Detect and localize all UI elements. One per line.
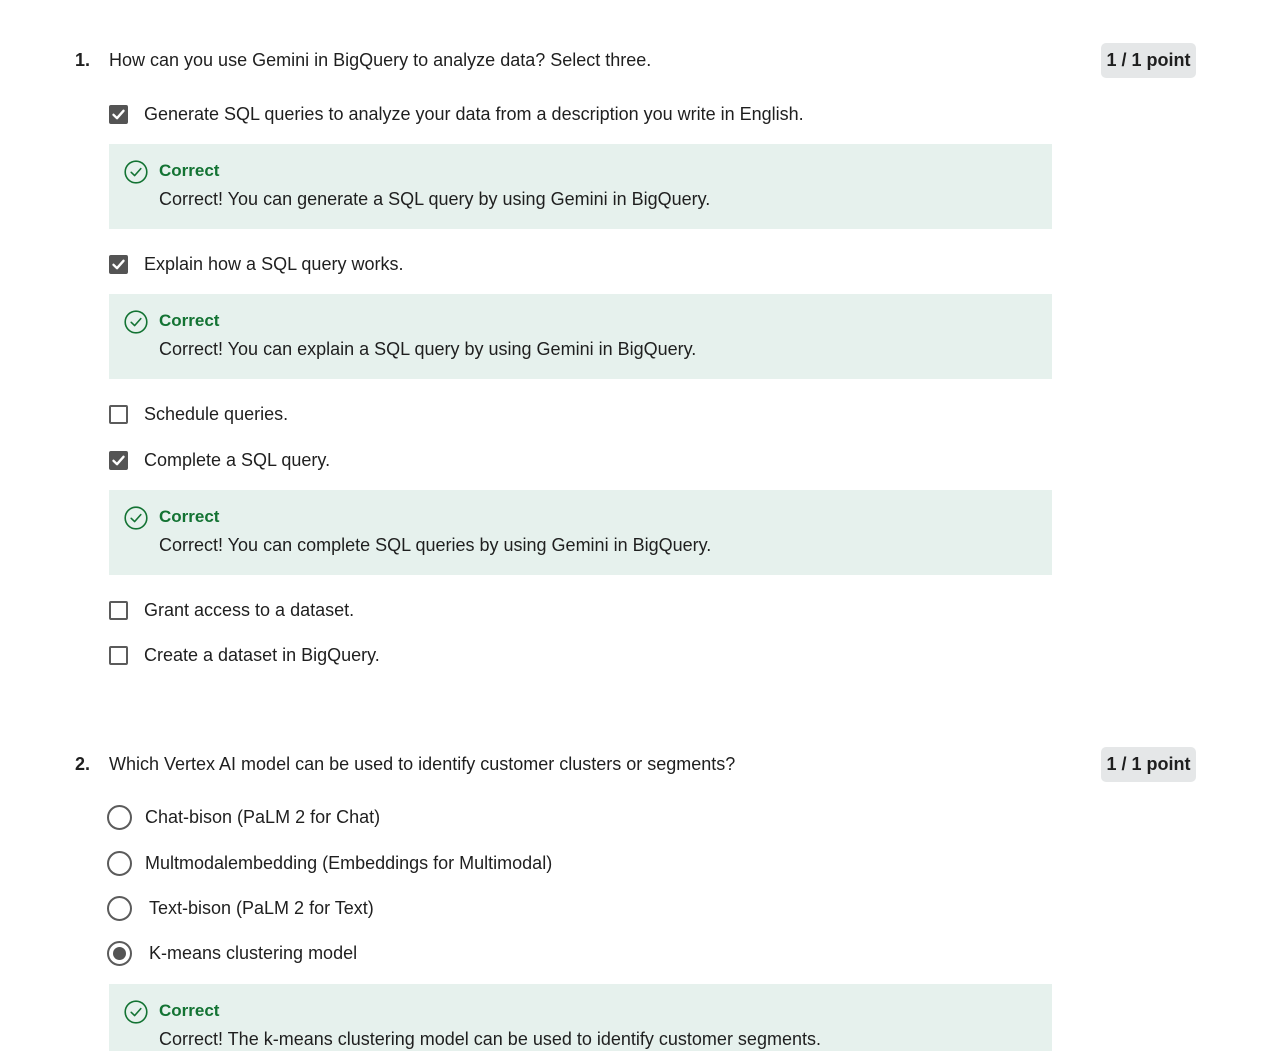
radio-unselected[interactable] [107,804,132,830]
feedback-text: Correct! You can explain a SQL query by … [159,339,697,359]
answer-option-checkbox[interactable]: Generate SQL queries to analyze your dat… [107,100,804,128]
radio-unselected[interactable] [107,850,132,876]
question-number: 1. [75,50,91,70]
option-label: Text-bison (PaLM 2 for Text) [149,898,374,918]
answer-option-checkbox[interactable]: Explain how a SQL query works. [107,250,403,278]
feedback-text: Correct! You can generate a SQL query by… [159,189,711,209]
answer-option-checkbox[interactable]: Schedule queries. [107,400,288,428]
feedback-title: Correct [159,311,220,330]
option-label: Multmodalembedding (Embeddings for Multi… [145,853,553,873]
option-label: Create a dataset in BigQuery. [144,645,380,665]
checkbox-unchecked[interactable] [109,645,128,665]
check-circle-icon [124,160,148,184]
answer-option-radio[interactable]: Multmodalembedding (Embeddings for Multi… [107,849,552,877]
feedback-title: Correct [159,507,220,526]
feedback-correct: Correct Correct! You can generate a SQL … [109,144,1052,229]
option-label: K-means clustering model [149,943,358,963]
feedback-correct: Correct Correct! You can explain a SQL q… [109,294,1052,379]
checkmark-icon [112,259,125,269]
checkbox-unchecked[interactable] [109,404,128,424]
option-label: Chat-bison (PaLM 2 for Chat) [145,807,381,827]
answer-option-radio[interactable]: Text-bison (PaLM 2 for Text) [107,894,374,922]
check-circle-icon [124,1000,148,1024]
feedback-text: Correct! You can complete SQL queries by… [159,535,712,555]
checkmark-icon [112,455,125,465]
option-label: Generate SQL queries to analyze your dat… [144,104,804,124]
question-text: Which Vertex AI model can be used to ide… [109,754,736,774]
check-circle-icon [124,506,148,530]
feedback-correct: Correct Correct! You can complete SQL qu… [109,490,1052,575]
answer-option-radio[interactable]: K-means clustering model [107,939,357,967]
radio-dot [113,946,126,960]
checkbox-checked[interactable] [109,450,128,470]
question-number: 2. [75,754,91,774]
question-text: How can you use Gemini in BigQuery to an… [109,50,652,70]
checkmark-icon [112,109,125,119]
feedback-text: Correct! The k-means clustering model ca… [159,1029,821,1049]
feedback-title: Correct [159,161,220,180]
answer-option-checkbox[interactable]: Complete a SQL query. [107,446,330,474]
option-label: Grant access to a dataset. [144,600,355,620]
points-badge: 1 / 1 point [1101,43,1196,78]
checkbox-checked[interactable] [109,104,128,124]
feedback-correct: Correct Correct! The k-means clustering … [109,984,1052,1051]
checkbox-unchecked[interactable] [109,600,128,620]
check-circle-icon [124,310,148,334]
checkbox-checked[interactable] [109,254,128,274]
points-badge: 1 / 1 point [1101,747,1196,782]
answer-option-radio[interactable]: Chat-bison (PaLM 2 for Chat) [107,803,380,831]
quiz-results-page: 1. How can you use Gemini in BigQuery to… [0,0,1269,1051]
feedback-title: Correct [159,1001,220,1020]
option-label: Complete a SQL query. [144,450,331,470]
answer-option-checkbox[interactable]: Create a dataset in BigQuery. [107,641,380,669]
radio-unselected[interactable] [107,895,132,921]
option-label: Schedule queries. [144,404,289,424]
answer-option-checkbox[interactable]: Grant access to a dataset. [107,596,354,624]
option-label: Explain how a SQL query works. [144,254,404,274]
radio-selected[interactable] [107,940,132,966]
